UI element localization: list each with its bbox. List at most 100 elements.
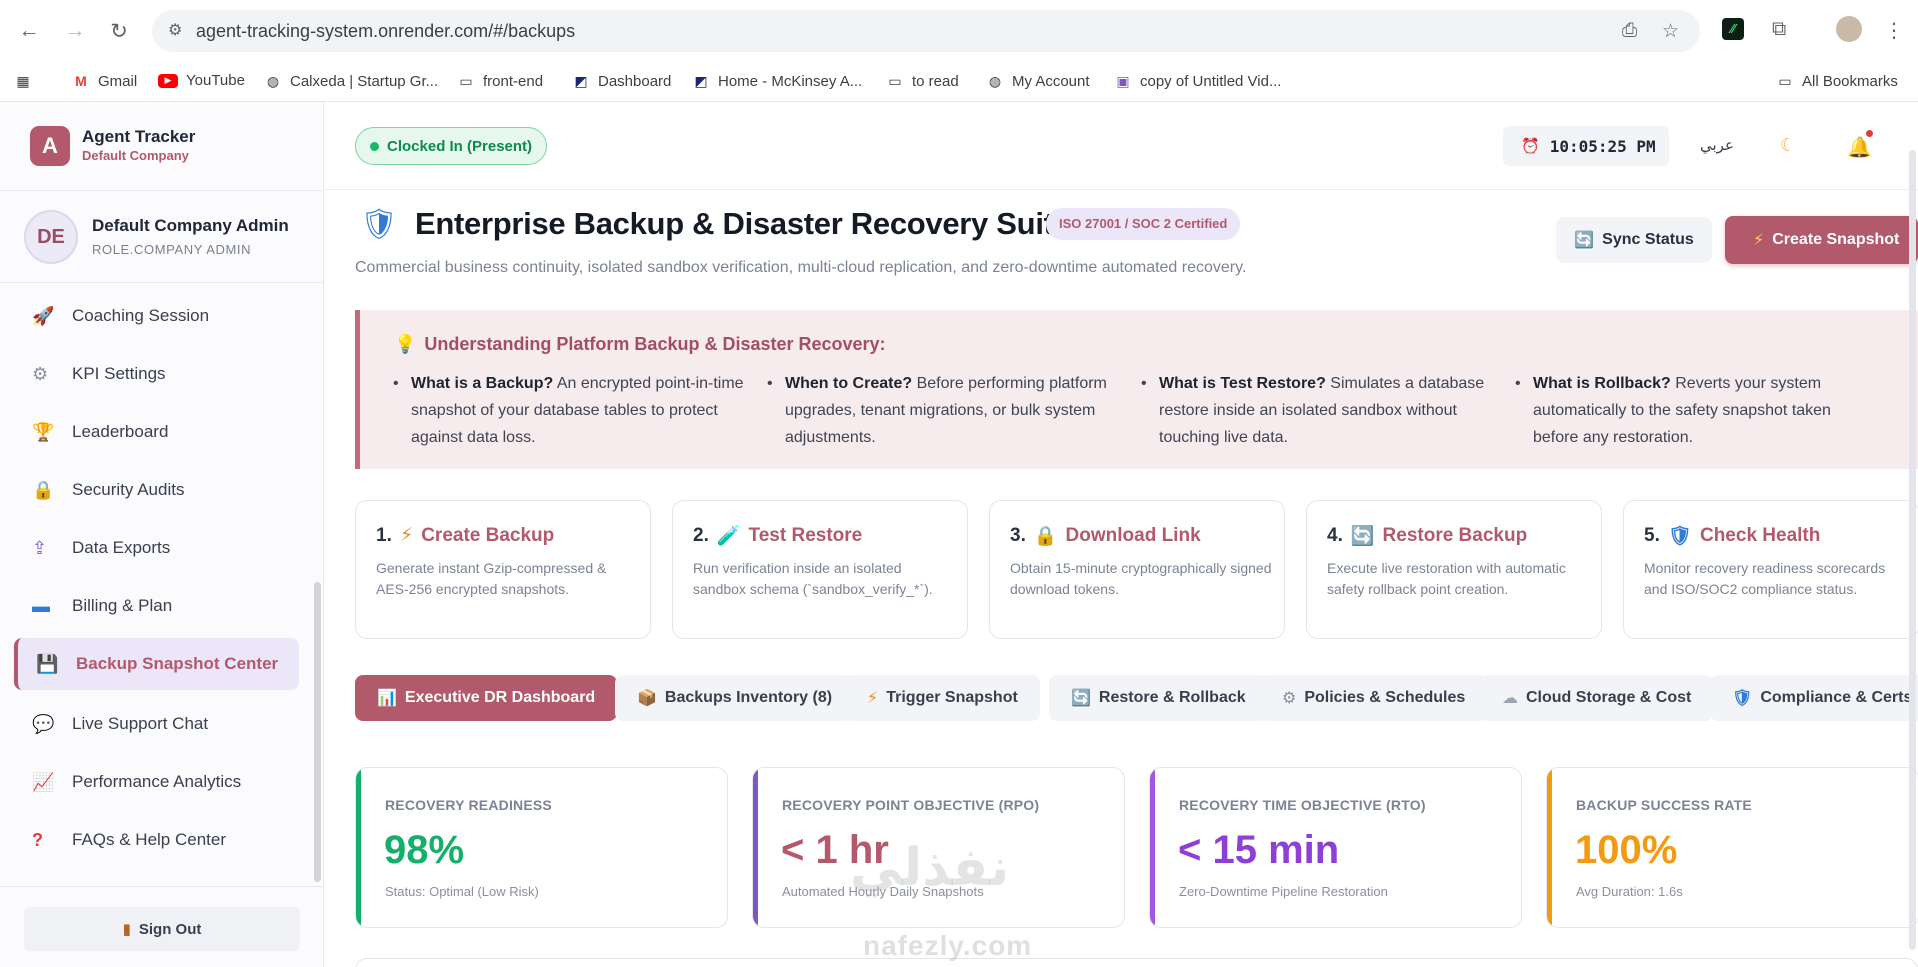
extension-icon[interactable]: ⁄⁄ (1722, 18, 1744, 40)
sync-status-button[interactable]: 🔄 Sync Status (1556, 217, 1712, 263)
url-text: agent-tracking-system.onrender.com/#/bac… (196, 21, 576, 41)
youtube-icon: ▶ (158, 73, 178, 88)
sidebar-item-coaching-session[interactable]: 🚀 Coaching Session (14, 290, 299, 342)
brand-logo: A (30, 126, 70, 166)
bookmark-mckinsey[interactable]: ◩ Home - McKinsey A... (692, 72, 862, 90)
address-bar[interactable]: ⚙ agent-tracking-system.onrender.com/#/b… (152, 10, 1700, 52)
brand-company: Default Company (82, 148, 189, 163)
shield-icon: 🛡 (1732, 690, 1753, 707)
sidebar-item-label: Coaching Session (72, 306, 210, 325)
trophy-icon: 🏆 (32, 421, 55, 442)
clock-status-badge[interactable]: Clocked In (Present) (355, 127, 548, 165)
tab-policies-schedules[interactable]: ⚙ Policies & Schedules (1260, 675, 1488, 721)
watermark-latin: nafezly.com (863, 930, 1033, 961)
globe-icon: ◍ (266, 72, 280, 89)
avatar[interactable] (1836, 16, 1862, 42)
sidebar-item-kpi-settings[interactable]: ⚙ KPI Settings (14, 348, 299, 400)
kpi-accent-bar (1150, 768, 1155, 927)
top-bar: Clocked In (Present) ⏰ 10:05:25 PM عربي ☾… (325, 102, 1918, 190)
bookmark-calxeda[interactable]: ◍ Calxeda | Startup Gr... (264, 72, 438, 90)
mckinsey-icon: ◩ (694, 72, 708, 89)
bookmark-dashboard[interactable]: ◩ Dashboard (572, 72, 671, 90)
bookmark-youtube[interactable]: ▶ YouTube (158, 72, 245, 89)
divider (0, 886, 324, 887)
tab-executive-dr-dashboard[interactable]: 📊 Executive DR Dashboard (355, 675, 618, 721)
page-subtitle: Commercial business continuity, isolated… (355, 259, 1247, 276)
user-role: ROLE.COMPANY ADMIN (92, 242, 252, 257)
sidebar-item-backup-snapshot-center[interactable]: 💾 Backup Snapshot Center (14, 638, 299, 690)
sidebar-item-billing-plan[interactable]: ▬ Billing & Plan (14, 580, 299, 632)
sidebar-item-security-audits[interactable]: 🔒 Security Audits (14, 464, 299, 516)
credit-card-icon: ▬ (32, 595, 50, 616)
kpi-card-recovery-readiness: RECOVERY READINESS 98% Status: Optimal (… (355, 767, 728, 928)
sidebar-item-live-support-chat[interactable]: 💬 Live Support Chat (14, 698, 299, 750)
all-bookmarks[interactable]: ▭ All Bookmarks (1776, 72, 1897, 90)
chart-icon: 📈 (32, 771, 55, 792)
watermark-arabic: نفذلي (850, 838, 1010, 898)
mckinsey-icon: ◩ (574, 72, 588, 89)
sidebar-item-faqs-help[interactable]: ? FAQs & Help Center (14, 814, 299, 866)
reload-icon[interactable]: ↻ (102, 14, 136, 48)
sign-out-button[interactable]: ▮ Sign Out (24, 907, 300, 951)
status-dot (370, 141, 379, 151)
tab-compliance-certs[interactable]: 🛡 Compliance & Certs (1710, 675, 1918, 721)
kpi-accent-bar (753, 768, 758, 927)
bookmark-front-end[interactable]: ▭ front-end (457, 72, 543, 90)
refresh-icon: 🔄 (1574, 232, 1595, 249)
sidebar-item-performance-analytics[interactable]: 📈 Performance Analytics (14, 756, 299, 808)
sidebar-item-leaderboard[interactable]: 🏆 Leaderboard (14, 406, 299, 458)
gear-icon: ⚙ (1282, 690, 1297, 707)
bolt-icon: ⚡ (1753, 232, 1765, 249)
bookmark-gmail[interactable]: M Gmail (72, 72, 137, 90)
menu-kebab-icon[interactable]: ⋮ (1884, 18, 1904, 43)
page-scrollbar[interactable] (1909, 150, 1916, 950)
sidebar-item-label: Performance Analytics (72, 772, 242, 791)
divider (0, 190, 324, 191)
star-icon[interactable]: ☆ (1662, 20, 1679, 43)
info-item: What is a Backup? An encrypted point-in-… (389, 370, 757, 451)
info-title: 💡 Understanding Platform Backup & Disaste… (394, 334, 886, 354)
user-name: Default Company Admin (92, 216, 289, 235)
forward-icon[interactable]: → (58, 14, 92, 48)
step-card-create-backup: 1. ⚡ Create Backup Generate instant Gzip-c… (355, 500, 651, 639)
sidebar-item-label: Security Audits (72, 480, 185, 499)
tab-restore-rollback[interactable]: 🔄 Restore & Rollback (1049, 675, 1268, 721)
kpi-accent-bar (356, 768, 361, 927)
sidebar-item-label: FAQs & Help Center (72, 830, 227, 849)
site-info-icon[interactable]: ⚙ (168, 20, 190, 42)
sidebar-item-label: Backup Snapshot Center (76, 654, 279, 673)
tab-backups-inventory[interactable]: 📦 Backups Inventory (8) (615, 675, 855, 721)
gmail-icon: M (75, 73, 87, 89)
bookmark-my-account[interactable]: ◍ My Account (986, 72, 1090, 90)
step-card-restore-backup: 4. 🔄 Restore Backup Execute live restorati… (1306, 500, 1602, 639)
sidebar-item-data-exports[interactable]: ⇪ Data Exports (14, 522, 299, 574)
sidebar-item-label: Live Support Chat (72, 714, 209, 733)
lock-icon: 🔒 (32, 479, 55, 500)
language-toggle[interactable]: عربي (1700, 136, 1734, 154)
bookmark-untitled-video[interactable]: ▣ copy of Untitled Vid... (1114, 72, 1281, 90)
sidebar-item-label: Billing & Plan (72, 596, 173, 615)
door-icon: ▮ (122, 921, 131, 938)
extensions-puzzle-icon[interactable]: ⧉ (1772, 18, 1786, 41)
bookmark-to-read[interactable]: ▭ to read (886, 72, 958, 90)
kpi-accent-bar (1547, 768, 1552, 927)
sidebar-scrollbar[interactable] (314, 582, 321, 882)
install-app-icon[interactable]: ⎙ (1622, 20, 1637, 42)
kpi-card-backup-success-rate: BACKUP SUCCESS RATE 100% Avg Duration: 1… (1546, 767, 1918, 928)
create-snapshot-button[interactable]: ⚡ Create Snapshot (1725, 216, 1918, 264)
notification-dot (1864, 128, 1875, 139)
page-title: Enterprise Backup & Disaster Recovery Su… (415, 206, 1071, 241)
moon-icon[interactable]: ☾ (1780, 135, 1796, 156)
apps-grid-icon[interactable]: ▦ (14, 72, 32, 90)
globe-icon: ◍ (988, 72, 1002, 89)
box-icon: 📦 (637, 690, 657, 707)
tab-cloud-storage-cost[interactable]: ☁ Cloud Storage & Cost (1480, 675, 1714, 721)
shield-icon: 🛡 (1667, 526, 1692, 547)
gear-icon: ⚙ (32, 363, 49, 384)
chart-icon: 📊 (377, 690, 397, 707)
avatar[interactable]: DE (24, 210, 78, 264)
brand-name: Agent Tracker (82, 127, 196, 146)
back-icon[interactable]: ← (12, 14, 46, 48)
tab-trigger-snapshot[interactable]: ⚡ Trigger Snapshot (845, 675, 1040, 721)
info-item: When to Create? Before performing platfo… (763, 370, 1131, 451)
